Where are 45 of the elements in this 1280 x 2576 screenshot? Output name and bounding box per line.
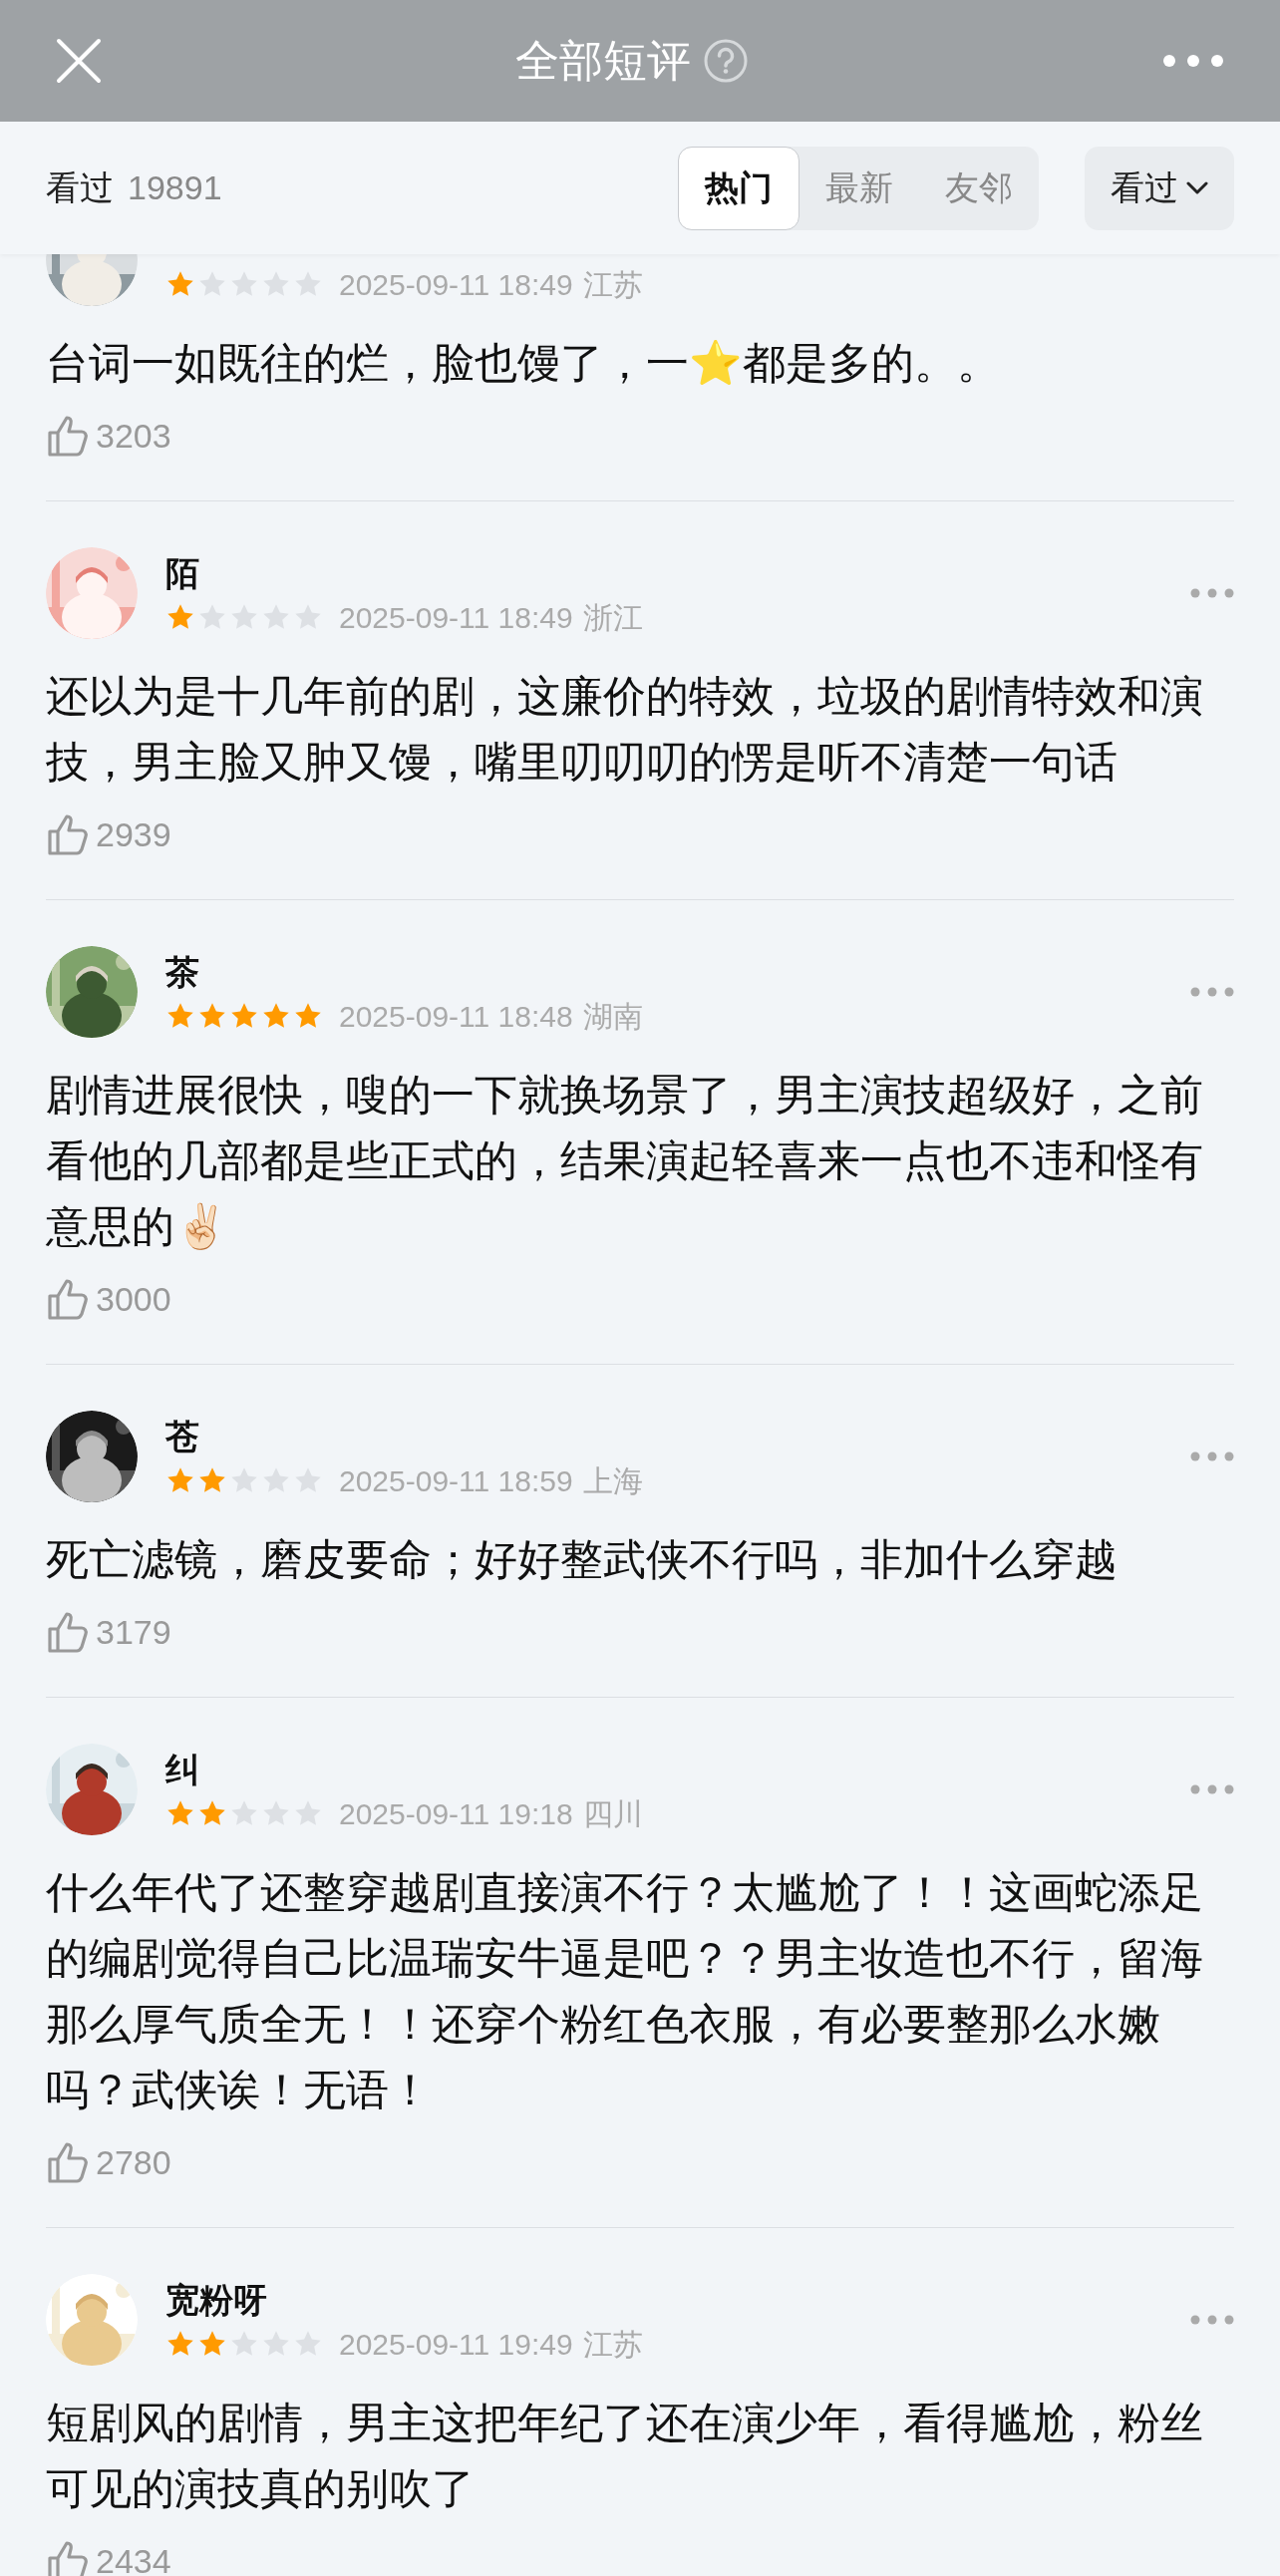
username[interactable]: 宽粉呀 xyxy=(165,2278,1190,2322)
sort-tab[interactable]: 热门 xyxy=(678,146,800,230)
review-text: 死亡滤镜，磨皮要命；好好整武侠不行吗，非加什么穿越 xyxy=(46,1534,1119,1585)
username[interactable]: 纠 xyxy=(165,1748,1190,1791)
like-button[interactable]: 2434 xyxy=(46,2536,171,2576)
review-time: 2025-09-11 18:59 xyxy=(339,1462,573,1499)
like-button[interactable]: 2780 xyxy=(46,2137,171,2187)
review-time: 2025-09-11 18:49 xyxy=(339,266,573,303)
review-text: 台词一如既往的烂，脸也馒了，一⭐都是多的。。 xyxy=(46,338,1001,389)
review-text: 什么年代了还整穿越剧直接演不行？太尴尬了！！这画蛇添足的编剧觉得自己比温瑞安牛逼是吧？？男主妆造也不行，留海那么厚气质全无！！还穿个粉红色衣服，有必要整那么水嫩吗？武侠诶！无语！ xyxy=(46,1867,1204,2115)
more-icon[interactable] xyxy=(1190,987,1234,997)
more-icon[interactable] xyxy=(1162,54,1224,68)
review-text: 还以为是十几年前的剧，这廉价的特效，垃圾的剧情特效和演技，男主脸又肿又馒，嘴里叨叨叨的愣是听不清楚一句话 xyxy=(46,671,1204,788)
review-location: 江苏 xyxy=(582,266,643,303)
more-icon[interactable] xyxy=(1190,1451,1234,1461)
username[interactable]: 苍 xyxy=(165,1415,1190,1458)
review-location: 浙江 xyxy=(582,599,643,636)
review-time: 2025-09-11 19:18 xyxy=(339,1795,573,1832)
review-location: 上海 xyxy=(582,1462,643,1499)
review-location: 四川 xyxy=(582,1795,643,1832)
close-icon[interactable] xyxy=(56,38,102,84)
username[interactable]: 茶 xyxy=(165,950,1190,994)
more-icon[interactable] xyxy=(1190,1784,1234,1794)
sort-tab[interactable]: 最新 xyxy=(800,146,919,230)
review-text: 剧情进展很快，嗖的一下就换场景了，男主演技超级好，之前看他的几部都是些正式的，结果演起轻喜来一点也不违和怪有意思的✌🏻 xyxy=(46,1070,1204,1252)
like-button[interactable]: 3000 xyxy=(46,1274,171,1324)
like-button[interactable]: 3179 xyxy=(46,1607,171,1657)
page-title: 全部短评 xyxy=(515,35,691,87)
review-time: 2025-09-11 18:48 xyxy=(339,998,573,1035)
review-time: 2025-09-11 19:49 xyxy=(339,2326,573,2363)
more-icon[interactable] xyxy=(1190,588,1234,598)
username[interactable]: 陌 xyxy=(165,551,1190,595)
review-location: 江苏 xyxy=(582,2326,643,2363)
like-button[interactable]: 2939 xyxy=(46,809,171,859)
filter-label: 看过 xyxy=(46,167,114,208)
like-button[interactable]: 3203 xyxy=(46,411,171,461)
watched-dropdown[interactable]: 看过 xyxy=(1085,146,1234,230)
more-icon[interactable] xyxy=(1190,2315,1234,2325)
chevron-down-icon xyxy=(1186,180,1208,195)
review-count: 19891 xyxy=(128,167,222,208)
help-icon[interactable] xyxy=(703,38,749,84)
review-text: 短剧风的剧情，男主这把年纪了还在演少年，看得尴尬，粉丝可见的演技真的别吹了 xyxy=(46,2398,1204,2514)
review-location: 湖南 xyxy=(582,998,643,1035)
sort-tab[interactable]: 友邻 xyxy=(919,146,1039,230)
review-time: 2025-09-11 18:49 xyxy=(339,599,573,636)
